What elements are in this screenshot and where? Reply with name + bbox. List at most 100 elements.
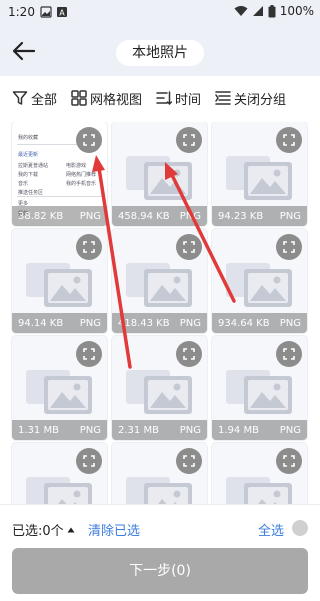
photo-size: 418.43 KB (118, 317, 170, 329)
expand-icon (83, 241, 95, 253)
sort-time-button[interactable]: 时间 (156, 89, 201, 108)
photo-size: 2.31 MB (118, 424, 159, 436)
photo-meta: 2.31 MB PNG (112, 420, 207, 440)
app-notification-icon: A (57, 7, 67, 18)
expand-button[interactable] (276, 448, 302, 474)
next-step-button[interactable]: 下一步(0) (12, 548, 308, 594)
grid-view-label: 网格视图 (90, 92, 143, 108)
photo-format: PNG (179, 424, 201, 436)
page-title: 本地照片 (116, 40, 204, 66)
expand-button[interactable] (76, 234, 102, 260)
filter-icon (12, 91, 28, 105)
expand-icon (183, 455, 195, 467)
status-right: 100% (234, 4, 314, 18)
header: 本地照片 (0, 26, 320, 76)
photo-format: PNG (79, 317, 101, 329)
photo-meta: 1.94 MB PNG (212, 420, 307, 440)
selected-count[interactable]: 已选:0个 (12, 520, 75, 539)
thumb-text: 音乐 (18, 181, 29, 187)
thumb-text: 我的下载 (18, 172, 39, 178)
photo-format: PNG (79, 210, 101, 222)
thumb-text: 网络热门推荐 (66, 172, 97, 178)
photo-size: 458.94 KB (118, 210, 170, 222)
photo-meta: 1.31 MB PNG (12, 420, 107, 440)
photo-meta: 94.14 KB PNG (12, 313, 107, 333)
thumb-text: 电影游戏 (66, 163, 87, 169)
photo-meta: 934.64 KB PNG (212, 313, 307, 333)
filter-all-button[interactable]: 全部 (12, 89, 57, 108)
expand-button[interactable] (176, 127, 202, 153)
battery-icon (268, 4, 276, 17)
group-list-icon (215, 91, 231, 105)
sort-time-label: 时间 (175, 92, 202, 108)
image-notification-icon (40, 6, 52, 18)
photo-tile[interactable]: 我的收藏 最近更新 拉斯夏普通站 电影游戏 我的下载 网络热门推荐 音乐 我的手… (12, 122, 107, 226)
battery-level: 100% (279, 4, 314, 18)
expand-icon (83, 134, 95, 146)
expand-button[interactable] (276, 341, 302, 367)
photo-tile[interactable]: 1.94 MB PNG (212, 336, 307, 440)
grid-view-button[interactable]: 网格视图 (71, 89, 142, 108)
photo-tile[interactable]: 1.31 MB PNG (12, 336, 107, 440)
clear-selection-button[interactable]: 清除已选 (88, 520, 140, 539)
thumb-text: 拉斯夏普通站 (18, 163, 49, 169)
photo-size: 1.94 MB (218, 424, 259, 436)
expand-button[interactable] (76, 127, 102, 153)
thumb-text: 推送任务区 (18, 190, 44, 196)
thumb-text: 我的收藏 (18, 135, 39, 141)
thumb-text: 我的手机音乐 (66, 181, 97, 187)
expand-icon (283, 134, 295, 146)
photo-size: 934.64 KB (218, 317, 270, 329)
expand-button[interactable] (176, 341, 202, 367)
status-time: 1:20 (8, 5, 35, 19)
photo-tile[interactable] (12, 443, 107, 504)
photo-tile[interactable]: 458.94 KB PNG (112, 122, 207, 226)
photo-format: PNG (279, 317, 301, 329)
expand-button[interactable] (76, 448, 102, 474)
expand-icon (283, 455, 295, 467)
expand-icon (183, 348, 195, 360)
expand-icon (183, 241, 195, 253)
expand-icon (83, 348, 95, 360)
expand-button[interactable] (176, 448, 202, 474)
arrow-left-icon (12, 41, 36, 61)
wifi-icon (234, 6, 248, 16)
photo-tile[interactable]: 94.14 KB PNG (12, 229, 107, 333)
photo-tile[interactable] (212, 443, 307, 504)
filter-all-label: 全部 (31, 92, 58, 108)
expand-button[interactable] (176, 234, 202, 260)
photo-meta: 418.43 KB PNG (112, 313, 207, 333)
photo-grid: 我的收藏 最近更新 拉斯夏普通站 电影游戏 我的下载 网络热门推荐 音乐 我的手… (0, 122, 320, 504)
photo-size: 94.23 KB (218, 210, 264, 222)
select-all-button[interactable]: 全选 (258, 520, 284, 539)
select-all-radio[interactable] (292, 520, 308, 536)
photo-format: PNG (279, 424, 301, 436)
expand-icon (183, 134, 195, 146)
status-bar: 1:20 A 100% (0, 0, 320, 26)
photo-tile[interactable] (112, 443, 207, 504)
photo-tile[interactable]: 418.43 KB PNG (112, 229, 207, 333)
grid-icon (71, 90, 87, 106)
toggle-group-button[interactable]: 关闭分组 (215, 89, 286, 108)
svg-text:A: A (59, 9, 65, 18)
photo-size: 38.82 KB (18, 210, 64, 222)
bottom-bar: 已选:0个 清除已选 全选 下一步(0) (0, 504, 320, 601)
notification-icons: A (40, 6, 68, 18)
expand-button[interactable] (76, 341, 102, 367)
expand-button[interactable] (276, 127, 302, 153)
selected-count-label: 已选:0个 (12, 524, 64, 539)
photo-format: PNG (179, 317, 201, 329)
sort-lines-icon (156, 91, 173, 106)
expand-button[interactable] (276, 234, 302, 260)
photo-meta: 38.82 KB PNG (12, 206, 107, 226)
photo-meta: 458.94 KB PNG (112, 206, 207, 226)
photo-format: PNG (179, 210, 201, 222)
signal-icon (252, 6, 263, 16)
thumb-text: 最近更新 (18, 152, 39, 158)
toolbar: 全部 网格视图 时间 关闭分组 (0, 76, 320, 120)
photo-tile[interactable]: 2.31 MB PNG (112, 336, 207, 440)
photo-tile[interactable]: 934.64 KB PNG (212, 229, 307, 333)
back-button[interactable] (10, 38, 38, 64)
photo-tile[interactable]: 94.23 KB PNG (212, 122, 307, 226)
toggle-group-label: 关闭分组 (234, 92, 287, 108)
